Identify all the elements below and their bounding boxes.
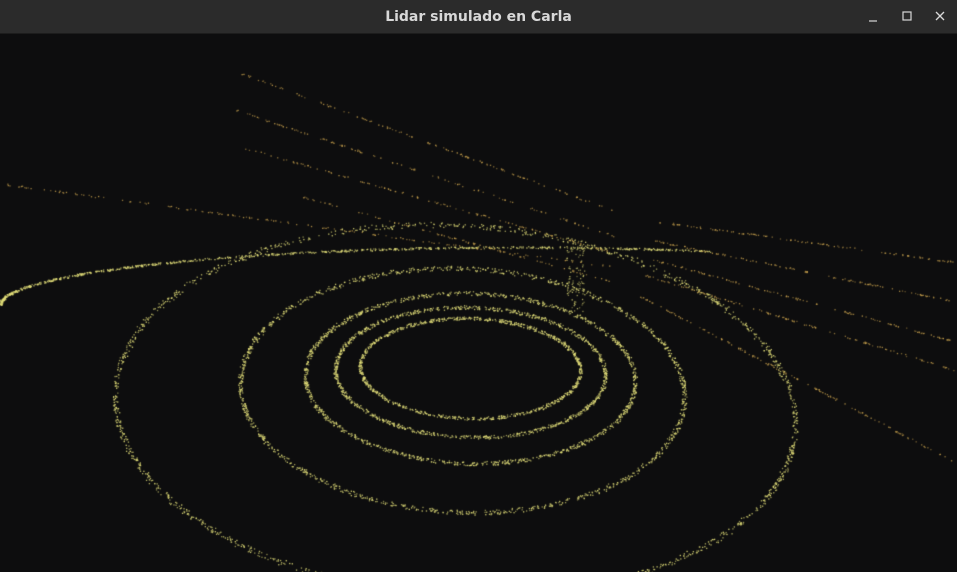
maximize-icon bbox=[902, 11, 912, 21]
app-window: Lidar simulado en Carla bbox=[0, 0, 957, 572]
maximize-button[interactable] bbox=[895, 5, 919, 29]
window-title: Lidar simulado en Carla bbox=[385, 9, 572, 25]
minimize-icon bbox=[869, 20, 877, 22]
lidar-point-cloud-viewport[interactable] bbox=[0, 35, 957, 572]
point-cloud-canvas[interactable] bbox=[0, 35, 957, 572]
close-icon bbox=[935, 11, 945, 21]
close-button[interactable] bbox=[928, 5, 952, 29]
minimize-button[interactable] bbox=[861, 5, 885, 29]
title-bar[interactable]: Lidar simulado en Carla bbox=[0, 0, 957, 34]
